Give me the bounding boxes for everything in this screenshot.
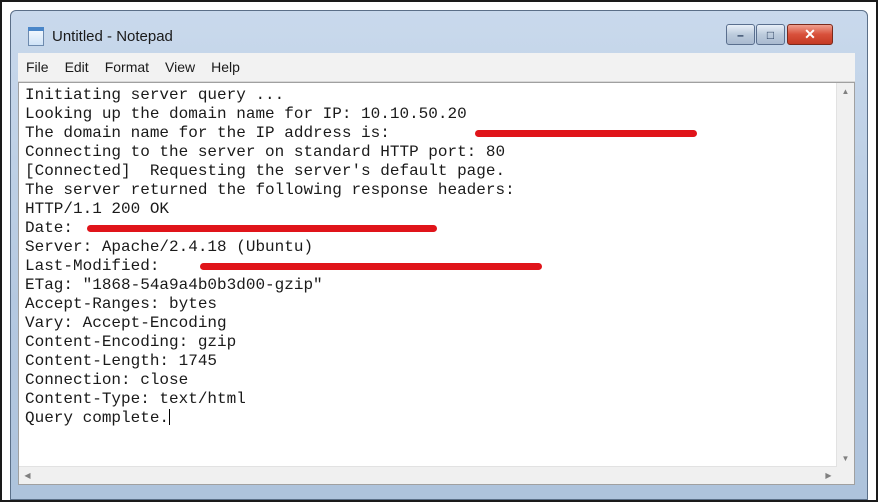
text-editor[interactable]: Initiating server query ... Looking up t…: [18, 82, 855, 485]
text-caret: [169, 409, 171, 425]
window-title: Untitled - Notepad: [52, 28, 173, 45]
menu-help[interactable]: Help: [203, 53, 248, 81]
menu-bar: File Edit Format View Help: [18, 53, 855, 82]
text-line: Accept-Ranges: bytes: [25, 295, 218, 313]
size-grip[interactable]: [837, 467, 854, 484]
menu-edit[interactable]: Edit: [57, 53, 97, 81]
text-line: ETag: "1868-54a9a4b0b3d00-gzip": [25, 276, 323, 294]
text-line: The domain name for the IP address is:: [25, 124, 835, 143]
document-text[interactable]: Initiating server query ... Looking up t…: [25, 86, 835, 466]
text-line: Connection: close: [25, 371, 189, 389]
scroll-right-icon[interactable]: ▶: [820, 467, 837, 484]
text-line: Content-Length: 1745: [25, 352, 218, 370]
text-line: Initiating server query ...: [25, 86, 285, 104]
horizontal-scrollbar[interactable]: ◀ ▶: [19, 466, 837, 484]
text-line: Content-Encoding: gzip: [25, 333, 237, 351]
text-line: The server returned the following respon…: [25, 181, 515, 199]
text-line: Server: Apache/2.4.18 (Ubuntu): [25, 238, 314, 256]
redaction-mark: [200, 263, 542, 270]
notepad-window: Untitled - Notepad – □ ✕ File Edit Forma…: [10, 10, 868, 500]
text-line-label: Date:: [25, 219, 74, 237]
vertical-scrollbar[interactable]: ▲ ▼: [836, 83, 854, 467]
minimize-icon: –: [737, 27, 744, 42]
text-line: Last-Modified:: [25, 257, 835, 276]
close-button[interactable]: ✕: [787, 24, 833, 45]
menu-format[interactable]: Format: [97, 53, 157, 81]
menu-view[interactable]: View: [157, 53, 203, 81]
scroll-up-icon[interactable]: ▲: [837, 83, 854, 100]
close-icon: ✕: [804, 26, 816, 42]
text-line: HTTP/1.1 200 OK: [25, 200, 170, 218]
text-line-label: Last-Modified:: [25, 257, 160, 275]
maximize-icon: □: [766, 27, 775, 42]
text-line: Date:: [25, 219, 835, 238]
redaction-mark: [87, 225, 437, 232]
text-line: Connecting to the server on standard HTT…: [25, 143, 506, 161]
redaction-mark: [475, 130, 697, 137]
text-line: Content-Type: text/html: [25, 390, 246, 408]
maximize-button[interactable]: □: [756, 24, 785, 45]
scroll-left-icon[interactable]: ◀: [19, 467, 36, 484]
text-line: Looking up the domain name for IP: 10.10…: [25, 105, 467, 123]
text-line: Query complete.: [25, 409, 835, 428]
notepad-icon: [28, 27, 44, 46]
text-line: [Connected] Requesting the server's defa…: [25, 162, 506, 180]
menu-file[interactable]: File: [18, 53, 57, 81]
scroll-down-icon[interactable]: ▼: [837, 450, 854, 467]
title-bar[interactable]: Untitled - Notepad – □ ✕: [11, 11, 867, 53]
text-line: Vary: Accept-Encoding: [25, 314, 227, 332]
minimize-button[interactable]: –: [726, 24, 755, 45]
text-line-label: Query complete.: [25, 409, 170, 427]
text-line-label: The domain name for the IP address is:: [25, 124, 390, 142]
